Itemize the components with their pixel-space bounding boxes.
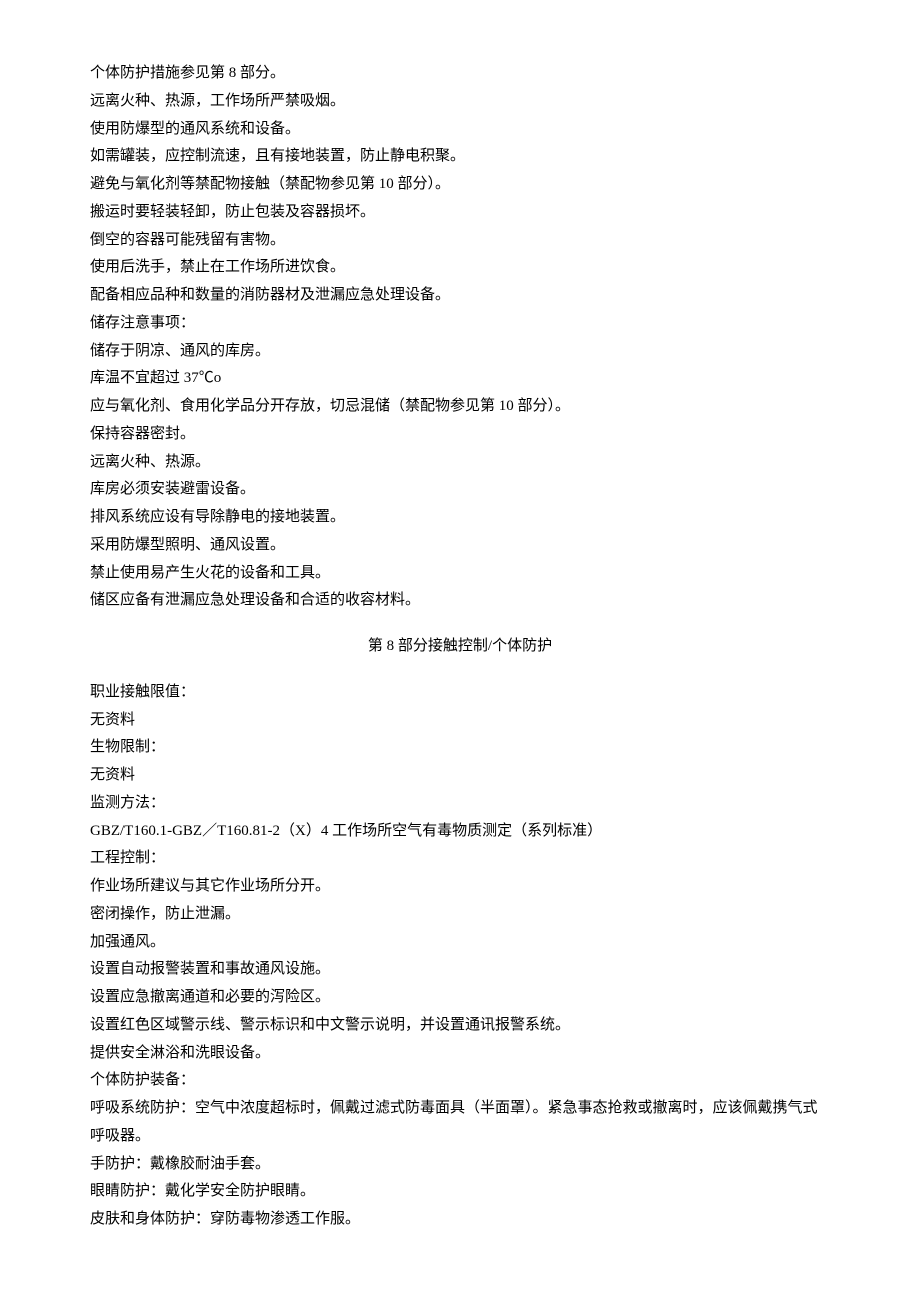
- text-line: 个体防护措施参见第 8 部分。: [90, 60, 830, 88]
- text-line: 职业接触限值：: [90, 679, 830, 707]
- section-7-body: 个体防护措施参见第 8 部分。 远离火种、热源，工作场所严禁吸烟。 使用防爆型的…: [90, 60, 830, 615]
- text-line: 工程控制：: [90, 845, 830, 873]
- text-line: 作业场所建议与其它作业场所分开。: [90, 873, 830, 901]
- text-line: 眼睛防护：戴化学安全防护眼睛。: [90, 1178, 830, 1206]
- text-line: 皮肤和身体防护：穿防毒物渗透工作服。: [90, 1206, 830, 1234]
- text-line: 倒空的容器可能残留有害物。: [90, 227, 830, 255]
- text-line: 远离火种、热源，工作场所严禁吸烟。: [90, 88, 830, 116]
- text-line: 保持容器密封。: [90, 421, 830, 449]
- text-line: 设置应急撤离通道和必要的泻险区。: [90, 984, 830, 1012]
- text-line: 储存于阴凉、通风的库房。: [90, 338, 830, 366]
- text-line: 无资料: [90, 707, 830, 735]
- text-line: 无资料: [90, 762, 830, 790]
- text-line: 使用防爆型的通风系统和设备。: [90, 116, 830, 144]
- text-line: 库房必须安装避雷设备。: [90, 476, 830, 504]
- text-line: 库温不宜超过 37℃o: [90, 365, 830, 393]
- text-line: 应与氧化剂、食用化学品分开存放，切忌混储（禁配物参见第 10 部分）。: [90, 393, 830, 421]
- text-line: 生物限制：: [90, 734, 830, 762]
- text-line: 配备相应品种和数量的消防器材及泄漏应急处理设备。: [90, 282, 830, 310]
- text-line: 远离火种、热源。: [90, 449, 830, 477]
- text-line: 如需罐装，应控制流速，且有接地装置，防止静电积聚。: [90, 143, 830, 171]
- text-line: 排风系统应设有导除静电的接地装置。: [90, 504, 830, 532]
- text-line: 禁止使用易产生火花的设备和工具。: [90, 560, 830, 588]
- text-line: GBZ/T160.1-GBZ／T160.81-2（X）4 工作场所空气有毒物质测…: [90, 818, 830, 846]
- text-line: 储存注意事项：: [90, 310, 830, 338]
- text-line: 搬运时要轻装轻卸，防止包装及容器损坏。: [90, 199, 830, 227]
- text-line: 避免与氧化剂等禁配物接触（禁配物参见第 10 部分）。: [90, 171, 830, 199]
- section-8-title: 第 8 部分接触控制/个体防护: [90, 633, 830, 661]
- text-line: 个体防护装备：: [90, 1067, 830, 1095]
- text-line: 储区应备有泄漏应急处理设备和合适的收容材料。: [90, 587, 830, 615]
- text-line: 采用防爆型照明、通风设置。: [90, 532, 830, 560]
- text-line: 加强通风。: [90, 929, 830, 957]
- section-8-body: 职业接触限值： 无资料 生物限制： 无资料 监测方法： GBZ/T160.1-G…: [90, 679, 830, 1234]
- document-content: 个体防护措施参见第 8 部分。 远离火种、热源，工作场所严禁吸烟。 使用防爆型的…: [90, 60, 830, 1234]
- text-line: 呼吸系统防护：空气中浓度超标时，佩戴过滤式防毒面具（半面罩）。紧急事态抢救或撤离…: [90, 1095, 830, 1151]
- text-line: 监测方法：: [90, 790, 830, 818]
- text-line: 设置自动报警装置和事故通风设施。: [90, 956, 830, 984]
- text-line: 提供安全淋浴和洗眼设备。: [90, 1040, 830, 1068]
- text-line: 手防护：戴橡胶耐油手套。: [90, 1151, 830, 1179]
- text-line: 使用后洗手，禁止在工作场所进饮食。: [90, 254, 830, 282]
- text-line: 设置红色区域警示线、警示标识和中文警示说明，并设置通讯报警系统。: [90, 1012, 830, 1040]
- text-line: 密闭操作，防止泄漏。: [90, 901, 830, 929]
